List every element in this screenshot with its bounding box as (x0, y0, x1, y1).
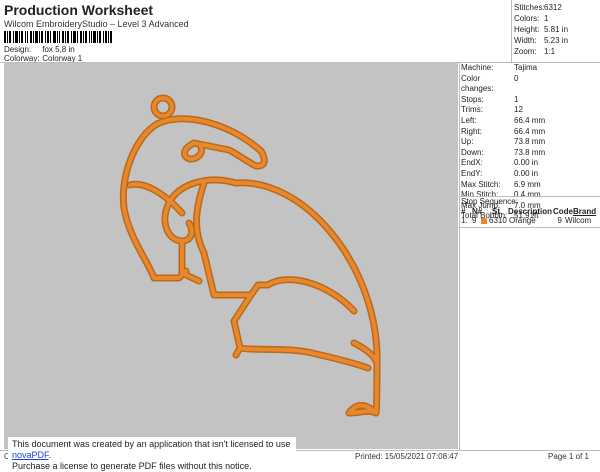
printed-date: Printed: 15/05/2021 07:08:47 (355, 452, 459, 461)
stop-sequence-title: Stop Sequence: (461, 197, 518, 206)
barcode (4, 31, 112, 43)
stat-row: Stitches: 6312 (514, 3, 562, 12)
fox-embroidery-design (119, 94, 381, 417)
table-row: 1. 9 6310 Orange 9 Wilcom (461, 216, 592, 225)
thread-color-swatch (481, 217, 487, 224)
property-row: Trims: 12 (461, 105, 523, 115)
property-row: Machine: Tajima (461, 63, 538, 72)
property-row: Up: 73.8 mm (461, 137, 546, 147)
page-number: Page 1 of 1 (548, 452, 589, 461)
software-subtitle: Wilcom EmbroideryStudio – Level 3 Advanc… (4, 19, 189, 29)
novapdf-link[interactable]: novaPDF (12, 450, 49, 460)
stop-sequence-header: # N# St. DescriptionCodeBrand (461, 207, 597, 216)
property-row: Stops: 1 (461, 94, 519, 104)
stat-row: Zoom: 1:1 (514, 47, 556, 56)
notice-line-2: Purchase a license to generate PDF files… (12, 461, 252, 471)
design-row: Design: fox 5,8 in (4, 45, 75, 54)
stat-row: Width: 5.23 in (514, 36, 569, 45)
stats-divider (511, 0, 512, 62)
property-row: Color changes: 0 (461, 73, 519, 94)
stat-row: Colors: 1 (514, 14, 549, 23)
page-title: Production Worksheet (4, 2, 154, 18)
notice-line-1: This document was created by an applicat… (12, 439, 291, 460)
property-row: Max Stitch: 6.9 mm (461, 179, 541, 189)
stat-row: Height: 5.81 in (514, 25, 569, 34)
property-row: Down: 73.8 mm (461, 147, 546, 157)
design-label: Design: (4, 45, 32, 54)
design-value: fox 5,8 in (42, 45, 75, 54)
license-notice: This document was created by an applicat… (8, 437, 296, 471)
stats-summary: Stitches: 6312 Colors: 1 Height: 5.81 in Wi… (514, 2, 598, 57)
stop-row-divider (459, 227, 600, 228)
property-row: EndX: 0.00 in (461, 158, 539, 168)
property-row: Left: 66.4 mm (461, 115, 546, 125)
design-preview (4, 63, 458, 449)
property-row: Right: 66.4 mm (461, 126, 546, 136)
property-row: EndY: 0.00 in (461, 168, 539, 178)
properties-divider (459, 62, 460, 450)
